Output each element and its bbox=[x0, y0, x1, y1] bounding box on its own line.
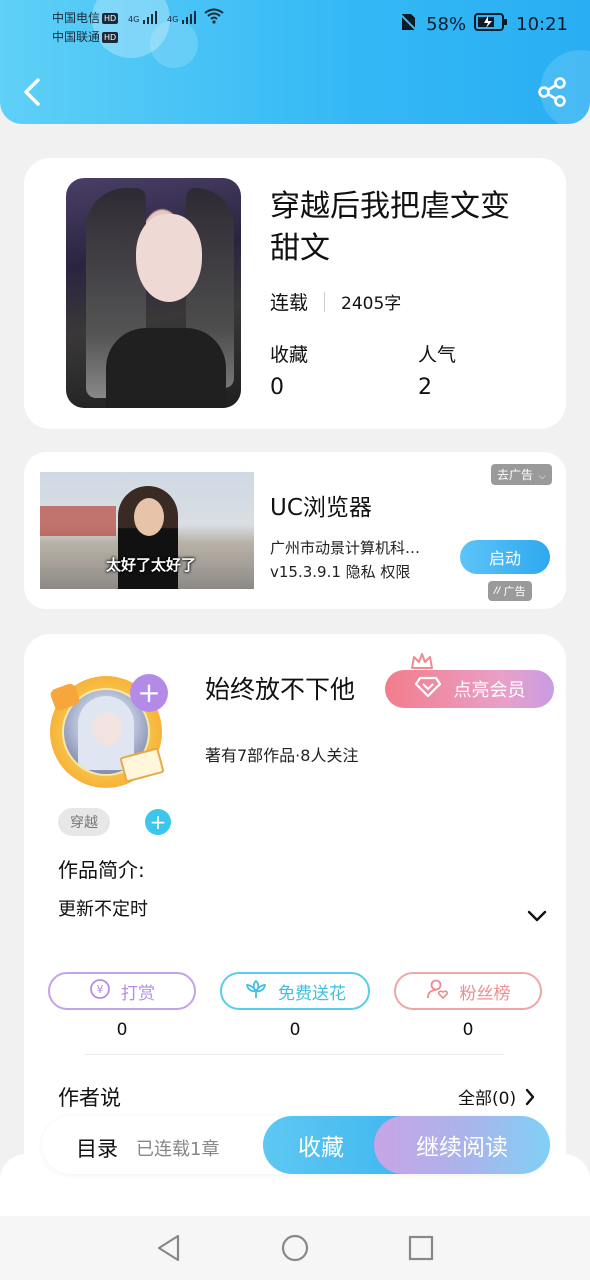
vip-label: 点亮会员 bbox=[453, 680, 526, 701]
battery-icon bbox=[474, 13, 508, 36]
wifi-icon bbox=[204, 8, 224, 29]
share-button[interactable] bbox=[536, 76, 568, 112]
genre-tag[interactable]: 穿越 bbox=[58, 808, 110, 836]
add-tag-button[interactable]: + bbox=[145, 809, 171, 835]
ad-image-caption: 太好了太好了 bbox=[106, 556, 197, 574]
network-type: 4G bbox=[128, 15, 140, 24]
square-recents-icon bbox=[408, 1235, 434, 1261]
word-count: 2405字 bbox=[341, 294, 402, 314]
send-flower-label: 免费送花 bbox=[278, 983, 346, 1004]
status-carriers: 中国电信 HD 4G 4G 中国联通 HD bbox=[52, 8, 224, 46]
serial-status: 连载 bbox=[270, 292, 309, 314]
plus-icon: + bbox=[149, 810, 167, 834]
ad-company: 广州市动景计算机科… bbox=[270, 539, 421, 557]
chevron-down-icon bbox=[527, 910, 547, 922]
ad-app-name: UC浏览器 bbox=[270, 495, 372, 521]
divider bbox=[84, 1054, 504, 1055]
system-nav-bar bbox=[0, 1216, 590, 1280]
remove-ad-button[interactable]: 去广告 ⌵ bbox=[491, 464, 552, 485]
svg-text:¥: ¥ bbox=[97, 983, 104, 996]
carrier-1: 中国电信 bbox=[52, 11, 101, 25]
back-arrow-icon bbox=[24, 78, 40, 106]
tip-count: 0 bbox=[116, 1020, 128, 1040]
intro-text: 更新不定时 bbox=[58, 899, 148, 920]
battery-percent: 58% bbox=[426, 14, 467, 35]
book-title: 穿越后我把虐文变甜文 bbox=[270, 189, 510, 266]
header-bar: 中国电信 HD 4G 4G 中国联通 HD 58% 10:21 bbox=[0, 0, 590, 124]
signal-icon bbox=[143, 10, 159, 29]
ad-badge: // 广告 bbox=[488, 581, 532, 601]
nav-recents-button[interactable] bbox=[407, 1234, 435, 1266]
popularity-value: 2 bbox=[418, 375, 432, 400]
toc-button[interactable]: 目录 bbox=[76, 1133, 118, 1163]
expand-intro-button[interactable] bbox=[526, 908, 548, 928]
intro-heading: 作品简介: bbox=[58, 858, 145, 882]
chapter-count: 已连载1章 bbox=[136, 1139, 220, 1160]
author-says-all-link[interactable]: 全部(0) bbox=[458, 1084, 536, 1109]
network-type: 4G bbox=[166, 15, 179, 24]
continue-reading-button[interactable]: 继续阅读 bbox=[374, 1116, 550, 1174]
favorites-value: 0 bbox=[270, 375, 284, 400]
follow-author-button[interactable]: + bbox=[130, 674, 168, 712]
book-cover[interactable] bbox=[66, 178, 241, 408]
user-heart-icon bbox=[426, 978, 450, 1005]
plus-icon: + bbox=[137, 676, 161, 709]
nav-back-button[interactable] bbox=[155, 1233, 183, 1267]
popularity-label: 人气 bbox=[418, 344, 457, 366]
triangle-back-icon bbox=[157, 1234, 180, 1262]
flower-icon bbox=[244, 978, 268, 1005]
flower-count: 0 bbox=[289, 1020, 301, 1040]
diamond-icon bbox=[414, 676, 442, 703]
ad-version-line[interactable]: v15.3.9.1 隐私 权限 bbox=[270, 561, 410, 582]
chevron-down-icon: ⌵ bbox=[538, 472, 546, 482]
share-icon bbox=[538, 77, 566, 107]
hd-badge: HD bbox=[102, 32, 119, 43]
author-says-heading: 作者说 bbox=[58, 1086, 121, 1110]
author-meta: 著有7部作品·8人关注 bbox=[205, 746, 359, 765]
tip-label: 打赏 bbox=[121, 983, 155, 1004]
vip-button[interactable]: 点亮会员 bbox=[385, 670, 554, 708]
favorites-label: 收藏 bbox=[270, 344, 309, 366]
ad-start-button[interactable]: 启动 bbox=[460, 540, 550, 574]
fan-count: 0 bbox=[462, 1020, 474, 1040]
book-status-line: 连载 2405字 bbox=[270, 288, 401, 315]
ad-image[interactable]: 太好了太好了 bbox=[40, 472, 254, 589]
circle-home-icon bbox=[281, 1234, 309, 1262]
carrier-2: 中国联通 bbox=[52, 30, 101, 44]
ad-badge-label: 广告 bbox=[503, 585, 526, 598]
remove-ad-label: 去广告 bbox=[497, 468, 534, 482]
author-says-all-label: 全部(0) bbox=[458, 1089, 517, 1109]
hd-badge: HD bbox=[102, 13, 119, 24]
sim-off-icon bbox=[398, 12, 418, 37]
coin-icon: ¥ bbox=[89, 978, 111, 1005]
back-button[interactable] bbox=[20, 76, 44, 112]
signal-icon bbox=[182, 10, 198, 29]
fan-ranking-button[interactable]: 粉丝榜 bbox=[394, 972, 542, 1010]
clock: 10:21 bbox=[516, 14, 568, 35]
send-flower-button[interactable]: 免费送花 bbox=[220, 972, 370, 1010]
divider bbox=[324, 291, 326, 312]
tip-button[interactable]: ¥ 打赏 bbox=[48, 972, 196, 1010]
author-name: 始终放不下他 bbox=[205, 675, 356, 704]
status-indicators: 58% 10:21 bbox=[398, 12, 568, 37]
nav-home-button[interactable] bbox=[281, 1234, 309, 1266]
chevron-right-icon bbox=[525, 1088, 535, 1105]
ad-logo-icon: // bbox=[494, 586, 501, 596]
fan-ranking-label: 粉丝榜 bbox=[459, 983, 511, 1004]
